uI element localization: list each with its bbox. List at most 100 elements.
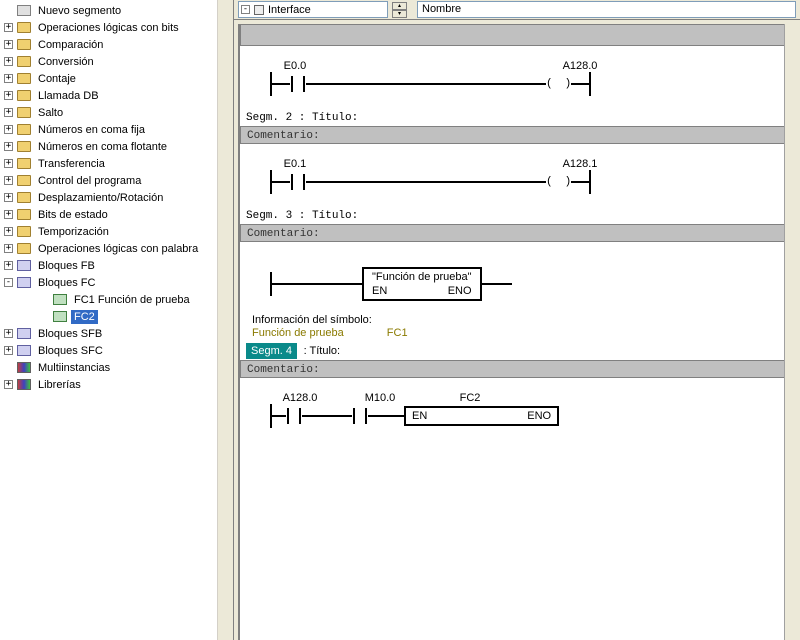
tree-item[interactable]: + Temporización (0, 223, 217, 240)
no-contact[interactable] (290, 174, 306, 190)
tree-item-label[interactable]: Bloques SFC (35, 344, 106, 358)
tree-item[interactable]: Multiinstancias (0, 359, 217, 376)
tree-item-label[interactable]: Desplazamiento/Rotación (35, 191, 166, 205)
segment-2-title[interactable]: Segm. 2 : Título: (240, 110, 800, 126)
no-contact[interactable] (290, 76, 306, 92)
no-contact[interactable] (286, 408, 302, 424)
spinner-up-icon[interactable]: ▴ (392, 2, 407, 10)
expand-icon[interactable]: + (4, 227, 13, 236)
tree-item-label[interactable]: FC2 (71, 310, 98, 324)
tree-item[interactable]: + Bloques SFB (0, 325, 217, 342)
expand-icon[interactable]: + (4, 329, 13, 338)
editor-scrollbar[interactable] (784, 24, 800, 640)
fc-call-box[interactable]: "Función de prueba" EN ENO (362, 267, 482, 301)
tree-item-label[interactable]: Bloques FB (35, 259, 98, 273)
folder-icon (16, 122, 32, 138)
tree-item-label[interactable]: Conversión (35, 55, 97, 69)
no-contact[interactable] (352, 408, 368, 424)
expand-icon[interactable]: + (4, 244, 13, 253)
tree-item-label[interactable]: Números en coma flotante (35, 140, 170, 154)
ladder-editor[interactable]: E0.0 A128.0 () Segm. 2 : (238, 24, 800, 640)
lib-icon (16, 360, 32, 376)
expand-icon[interactable]: + (4, 23, 13, 32)
tree-item-label[interactable]: Transferencia (35, 157, 108, 171)
tree-item-label[interactable]: Salto (35, 106, 66, 120)
output-coil[interactable]: () (546, 176, 571, 188)
segment-header-bar-1 (240, 24, 800, 46)
en-port: EN (412, 410, 427, 422)
network-1[interactable]: E0.0 A128.0 () (240, 52, 800, 110)
tree-item[interactable]: - Bloques FC (0, 274, 217, 291)
segment-3-title[interactable]: Segm. 3 : Título: (240, 208, 800, 224)
tree-item[interactable]: + Librerías (0, 376, 217, 393)
tree-item-label[interactable]: Control del programa (35, 174, 144, 188)
tree-item[interactable]: + Salto (0, 104, 217, 121)
tree-item[interactable]: FC2 (0, 308, 217, 325)
tree-item[interactable]: FC1 Función de prueba (0, 291, 217, 308)
interface-spinner[interactable]: ▴ ▾ (392, 2, 407, 18)
expand-icon[interactable]: + (4, 210, 13, 219)
contact-address: E0.0 (270, 60, 320, 72)
tree-item-label[interactable]: Números en coma fija (35, 123, 148, 137)
expand-icon[interactable]: + (4, 74, 13, 83)
segment-4-comment[interactable]: Comentario: (240, 360, 800, 378)
tree-item-label[interactable]: FC1 Función de prueba (71, 293, 193, 307)
output-coil[interactable]: () (546, 78, 571, 90)
tree-item-label[interactable]: Bits de estado (35, 208, 111, 222)
fc2-call-box[interactable]: EN ENO (404, 406, 559, 426)
folder-icon (16, 37, 32, 53)
expand-icon[interactable]: + (4, 380, 13, 389)
expand-icon[interactable]: + (4, 261, 13, 270)
tree-item[interactable]: + Comparación (0, 36, 217, 53)
interface-selector[interactable]: - Interface (238, 1, 388, 18)
expand-icon[interactable]: + (4, 159, 13, 168)
expand-icon[interactable]: + (4, 142, 13, 151)
expand-icon[interactable]: + (4, 346, 13, 355)
tree-item-label[interactable]: Operaciones lógicas con bits (35, 21, 182, 35)
segment-4-title[interactable]: Segm. 4 : Título: (240, 343, 800, 360)
network-4[interactable]: A128.0 M10.0 FC2 (240, 384, 800, 442)
collapse-icon[interactable]: - (4, 278, 13, 287)
tree-item[interactable]: + Llamada DB (0, 87, 217, 104)
tree-item[interactable]: + Números en coma flotante (0, 138, 217, 155)
tree-item-label[interactable]: Llamada DB (35, 89, 102, 103)
tree-item[interactable]: + Bloques SFC (0, 342, 217, 359)
name-field-header: Nombre (417, 1, 796, 18)
collapse-icon[interactable]: - (241, 5, 250, 14)
expand-icon[interactable]: + (4, 91, 13, 100)
network-2[interactable]: E0.1 A128.1 () (240, 150, 800, 208)
expand-icon[interactable]: + (4, 57, 13, 66)
tree-item[interactable]: Nuevo segmento (0, 2, 217, 19)
tree-item-label[interactable]: Bloques SFB (35, 327, 105, 341)
tree-item[interactable]: + Operaciones lógicas con bits (0, 19, 217, 36)
tree-item-label[interactable]: Operaciones lógicas con palabra (35, 242, 201, 256)
tree-item-label[interactable]: Bloques FC (35, 276, 98, 290)
expand-icon[interactable]: + (4, 125, 13, 134)
tree-item-label[interactable]: Temporización (35, 225, 112, 239)
folder-icon (16, 173, 32, 189)
expand-icon[interactable]: + (4, 176, 13, 185)
spinner-down-icon[interactable]: ▾ (392, 10, 407, 18)
tree-item[interactable]: + Transferencia (0, 155, 217, 172)
tree-item-label[interactable]: Librerías (35, 378, 84, 392)
segment-3-comment[interactable]: Comentario: (240, 224, 800, 242)
eno-port: ENO (448, 285, 472, 297)
tree-scrollbar[interactable] (217, 0, 233, 640)
tree-item[interactable]: + Bits de estado (0, 206, 217, 223)
expand-icon[interactable]: + (4, 108, 13, 117)
tree-item[interactable]: + Operaciones lógicas con palabra (0, 240, 217, 257)
tree-item[interactable]: + Contaje (0, 70, 217, 87)
tree-item[interactable]: + Desplazamiento/Rotación (0, 189, 217, 206)
tree-item[interactable]: + Números en coma fija (0, 121, 217, 138)
expand-icon[interactable]: + (4, 193, 13, 202)
expand-icon[interactable]: + (4, 40, 13, 49)
tree-item[interactable]: + Conversión (0, 53, 217, 70)
tree-item[interactable]: + Control del programa (0, 172, 217, 189)
tree-item-label[interactable]: Nuevo segmento (35, 4, 124, 18)
tree-item-label[interactable]: Multiinstancias (35, 361, 113, 375)
segment-2-comment[interactable]: Comentario: (240, 126, 800, 144)
tree-item[interactable]: + Bloques FB (0, 257, 217, 274)
tree-item-label[interactable]: Comparación (35, 38, 106, 52)
network-3[interactable]: "Función de prueba" EN ENO (240, 248, 800, 310)
tree-item-label[interactable]: Contaje (35, 72, 79, 86)
